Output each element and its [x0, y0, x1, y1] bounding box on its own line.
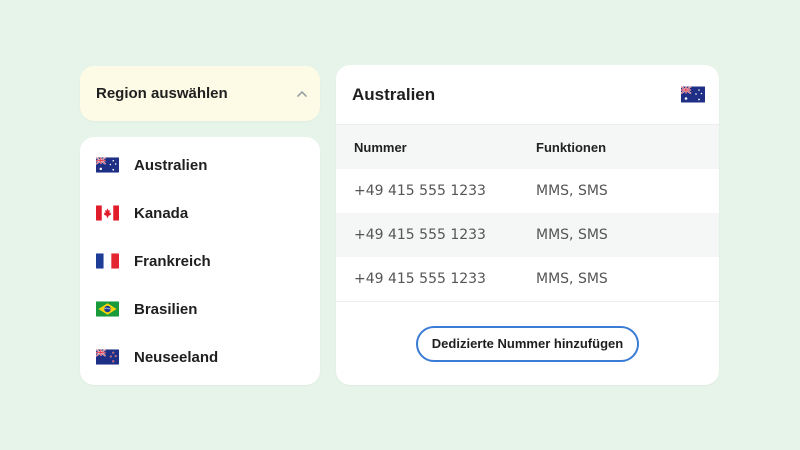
- chevron-up-icon[interactable]: [296, 88, 308, 100]
- region-item-frankreich[interactable]: Frankreich: [80, 237, 320, 285]
- detail-header: Australien: [336, 65, 719, 125]
- region-list: Australien Kanada Frankreich Brasilien N…: [80, 137, 320, 385]
- australia-flag-icon: [96, 157, 119, 173]
- features-cell: MMS, SMS: [536, 183, 608, 199]
- new-zealand-flag-icon: [96, 349, 119, 365]
- table-row[interactable]: +49 415 555 1233 MMS, SMS: [336, 257, 719, 301]
- table-header-row: Nummer Funktionen: [336, 125, 719, 169]
- region-item-label: Kanada: [134, 204, 189, 222]
- brazil-flag-icon: [96, 301, 119, 317]
- phone-number-cell: +49 415 555 1233: [354, 183, 486, 199]
- numbers-table: Nummer Funktionen +49 415 555 1233 MMS, …: [336, 125, 719, 301]
- region-item-australien[interactable]: Australien: [80, 141, 320, 189]
- table-row[interactable]: +49 415 555 1233 MMS, SMS: [336, 169, 719, 213]
- region-item-brasilien[interactable]: Brasilien: [80, 285, 320, 333]
- table-row[interactable]: +49 415 555 1233 MMS, SMS: [336, 213, 719, 257]
- region-item-neuseeland[interactable]: Neuseeland: [80, 333, 320, 381]
- region-item-label: Neuseeland: [134, 348, 219, 366]
- region-detail-card: Australien Nummer Funktionen +49 415 555…: [336, 65, 719, 385]
- column-header-funktionen: Funktionen: [536, 139, 607, 155]
- france-flag-icon: [96, 253, 119, 269]
- canada-flag-icon: [96, 205, 119, 221]
- phone-number-cell: +49 415 555 1233: [354, 271, 486, 287]
- features-cell: MMS, SMS: [536, 271, 608, 287]
- region-item-label: Brasilien: [134, 300, 198, 318]
- column-header-nummer: Nummer: [354, 139, 407, 155]
- australia-flag-icon: [681, 86, 705, 103]
- region-item-label: Frankreich: [134, 252, 211, 270]
- features-cell: MMS, SMS: [536, 227, 608, 243]
- region-select-dropdown[interactable]: Region auswählen: [80, 66, 320, 121]
- region-item-label: Australien: [134, 156, 208, 174]
- add-dedicated-number-button[interactable]: Dedizierte Nummer hinzufügen: [415, 325, 640, 362]
- phone-number-cell: +49 415 555 1233: [354, 227, 486, 243]
- detail-title: Australien: [352, 84, 436, 104]
- region-item-kanada[interactable]: Kanada: [80, 189, 320, 237]
- region-select-label: Region auswählen: [96, 85, 228, 102]
- detail-footer: Dedizierte Nummer hinzufügen: [336, 301, 719, 385]
